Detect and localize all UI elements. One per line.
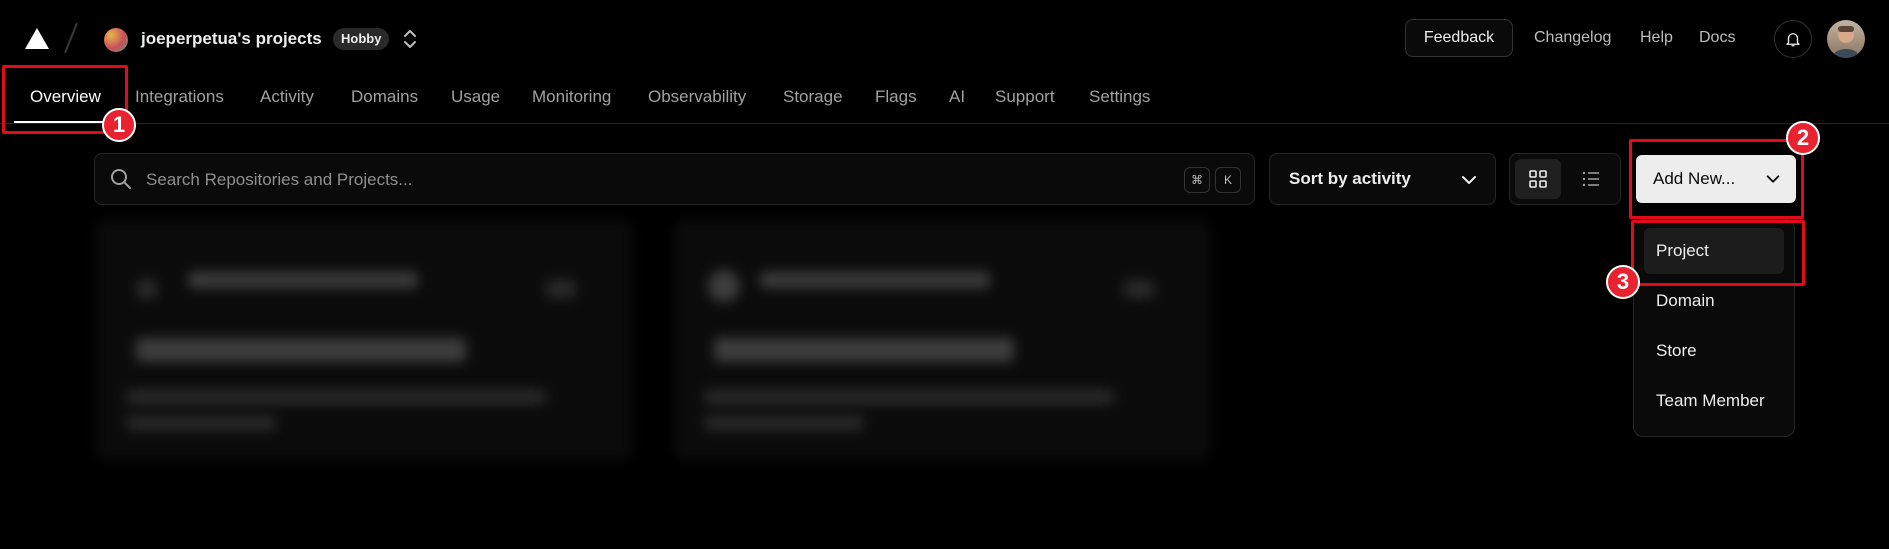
search-bar: ⌘ K [94, 153, 1255, 206]
annotation-number-1: 1 [102, 108, 136, 142]
tab-usage[interactable]: Usage [451, 87, 500, 107]
shortcut-key-k: K [1215, 167, 1241, 193]
sort-label: Sort by activity [1289, 169, 1411, 188]
list-icon [1582, 171, 1599, 187]
notifications-button[interactable] [1774, 20, 1812, 58]
annotation-number-3: 3 [1606, 265, 1640, 299]
tab-flags[interactable]: Flags [875, 87, 917, 107]
grid-view-button[interactable] [1515, 159, 1561, 199]
tab-activity[interactable]: Activity [260, 87, 314, 107]
chevron-down-icon [1462, 176, 1476, 184]
changelog-link[interactable]: Changelog [1534, 29, 1611, 47]
tab-support[interactable]: Support [995, 87, 1055, 107]
help-link[interactable]: Help [1640, 29, 1673, 47]
navigation-tabs: Overview Integrations Activity Domains U… [0, 80, 1889, 124]
menu-item-store[interactable]: Store [1644, 328, 1784, 374]
breadcrumb-separator [64, 22, 78, 54]
tab-settings[interactable]: Settings [1089, 87, 1150, 107]
search-icon [111, 169, 131, 189]
view-toggle [1509, 153, 1621, 205]
vercel-logo-icon[interactable] [25, 28, 49, 49]
plan-badge: Hobby [333, 28, 390, 50]
docs-link[interactable]: Docs [1699, 29, 1735, 47]
tab-integrations[interactable]: Integrations [135, 87, 224, 107]
annotation-box-2 [1629, 139, 1804, 219]
project-card-blurred [674, 220, 1210, 460]
top-bar: joeperpetua's projects Hobby Feedback Ch… [0, 0, 1889, 80]
tab-ai[interactable]: AI [949, 87, 965, 107]
tab-observability[interactable]: Observability [648, 87, 746, 107]
user-avatar[interactable] [1827, 20, 1865, 58]
bell-icon [1786, 33, 1800, 47]
shortcut-key-cmd: ⌘ [1184, 167, 1210, 193]
team-switcher-icon[interactable] [400, 26, 420, 52]
team-avatar[interactable] [104, 28, 128, 52]
tab-monitoring[interactable]: Monitoring [532, 87, 611, 107]
annotation-box-3 [1631, 220, 1805, 286]
feedback-button[interactable]: Feedback [1405, 19, 1513, 57]
annotation-number-2: 2 [1786, 121, 1820, 155]
menu-item-team-member[interactable]: Team Member [1644, 378, 1784, 424]
team-name[interactable]: joeperpetua's projects [141, 29, 322, 49]
grid-icon [1529, 170, 1547, 188]
tab-domains[interactable]: Domains [351, 87, 418, 107]
list-view-button[interactable] [1568, 159, 1614, 199]
tab-storage[interactable]: Storage [783, 87, 843, 107]
sort-dropdown[interactable]: Sort by activity [1269, 153, 1496, 205]
project-card-blurred [96, 220, 632, 460]
search-input[interactable] [144, 154, 1148, 206]
